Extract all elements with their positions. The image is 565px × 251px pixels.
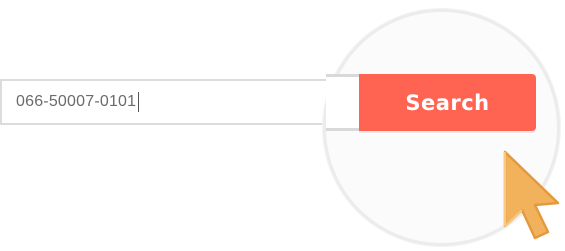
mouse-pointer-icon	[503, 150, 560, 240]
text-caret	[138, 92, 140, 112]
search-input[interactable]: 066-50007-0101	[0, 79, 330, 125]
search-button[interactable]: Search	[359, 74, 536, 131]
search-input-value: 066-50007-0101	[16, 93, 137, 110]
